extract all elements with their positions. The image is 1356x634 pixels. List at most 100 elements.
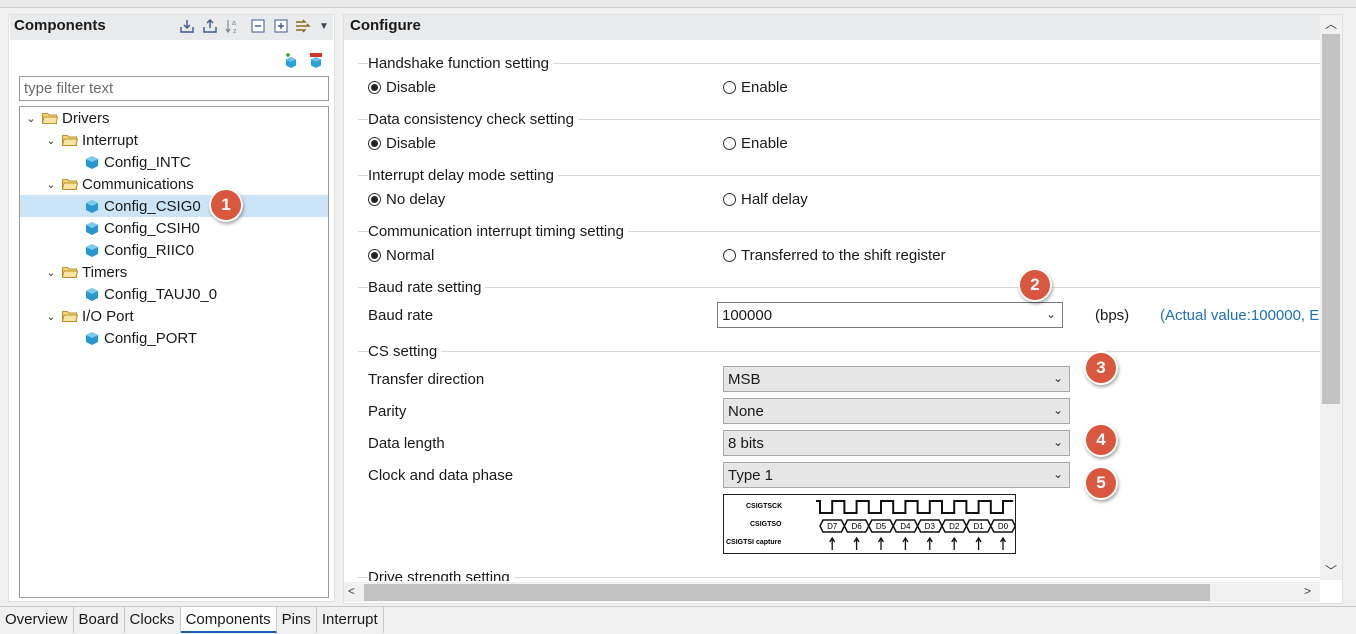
radio-label: Transferred to the shift register — [741, 247, 946, 264]
baud-group-title: Baud rate setting — [368, 279, 486, 296]
si-capture-arrow — [853, 536, 860, 550]
expand-all-icon[interactable] — [273, 18, 289, 34]
collapse-all-icon[interactable] — [250, 18, 266, 34]
parity-select[interactable]: None ⌄ — [723, 398, 1070, 424]
tree-node-config-intc[interactable]: Config_INTC — [84, 151, 191, 173]
step-badge-5: 5 — [1084, 466, 1118, 500]
tree-label: Config_PORT — [104, 329, 198, 347]
baud-rate-combo[interactable]: 100000 ⌄ — [717, 302, 1063, 328]
si-capture-arrow — [902, 536, 909, 550]
chevron-down-icon[interactable]: ⌄ — [1053, 435, 1063, 449]
tree-label: I/O Port — [82, 307, 134, 325]
timing-diagram: CSIGTSCK CSIGTSO CSIGTSI capture D7 D6 D5 D… — [723, 494, 1017, 554]
filter-input[interactable] — [19, 76, 329, 101]
export-icon[interactable] — [202, 18, 218, 34]
tab-components[interactable]: Components — [180, 607, 277, 633]
chevron-down-icon[interactable]: ⌄ — [44, 134, 58, 147]
tree-label: Config_INTC — [104, 153, 191, 171]
folder-icon — [62, 266, 78, 278]
tree-node-io-port[interactable]: ⌄ I/O Port — [44, 305, 134, 327]
sort-alpha-icon[interactable]: az — [225, 18, 241, 34]
drive-group-title: Drive strength setting — [368, 569, 514, 581]
clock-phase-select[interactable]: Type 1 ⌄ — [723, 462, 1070, 488]
configure-panel-header — [344, 15, 1320, 40]
add-component-icon[interactable] — [283, 52, 299, 68]
scroll-left-icon[interactable]: < — [348, 584, 355, 598]
so-bit-label: D3 — [925, 522, 936, 531]
tree-node-config-port[interactable]: Config_PORT — [84, 327, 197, 349]
so-bit-label: D1 — [973, 522, 984, 531]
import-icon[interactable] — [179, 18, 195, 34]
si-capture-arrow — [999, 536, 1007, 550]
vertical-scroll-thumb[interactable] — [1322, 34, 1340, 404]
consistency-enable-radio[interactable]: Enable — [723, 135, 788, 152]
tab-pins[interactable]: Pins — [277, 607, 317, 633]
baud-unit: (bps) — [1095, 307, 1130, 324]
handshake-disable-radio[interactable]: Disable — [368, 79, 436, 96]
remove-component-icon[interactable] — [308, 52, 324, 68]
tab-overview[interactable]: Overview — [0, 607, 74, 633]
chevron-down-icon[interactable]: ⌄ — [44, 310, 58, 323]
select-value: Type 1 — [728, 466, 774, 484]
tree-node-interrupt[interactable]: ⌄ Interrupt — [44, 129, 137, 151]
view-menu-icon[interactable]: ▼ — [316, 18, 332, 34]
components-panel-title: Components — [14, 17, 106, 34]
component-cube-icon — [84, 220, 100, 236]
sck-label: CSIGTSCK — [746, 503, 782, 510]
folder-icon — [62, 134, 78, 146]
scroll-right-icon[interactable]: > — [1304, 584, 1311, 598]
handshake-group-title: Handshake function setting — [368, 55, 553, 72]
tree-node-communications[interactable]: ⌄ Communications — [44, 173, 193, 195]
link-editor-icon[interactable] — [295, 18, 311, 34]
tree-node-config-csig0[interactable]: Config_CSIG0 — [20, 195, 328, 217]
step-badge-1: 1 — [209, 188, 243, 222]
transfer-direction-label: Transfer direction — [368, 371, 485, 388]
si-label: CSIGTSI capture — [726, 539, 781, 546]
radio-selected-icon — [368, 193, 381, 206]
chevron-down-icon[interactable]: ⌄ — [44, 266, 58, 279]
handshake-enable-radio[interactable]: Enable — [723, 79, 788, 96]
tree-node-config-riic0[interactable]: Config_RIIC0 — [84, 239, 194, 261]
radio-label: Half delay — [741, 191, 808, 208]
radio-selected-icon — [368, 137, 381, 150]
clock-phase-label: Clock and data phase — [368, 467, 514, 484]
baud-rate-value: 100000 — [722, 306, 773, 324]
tab-clocks[interactable]: Clocks — [125, 607, 181, 633]
tree-node-drivers[interactable]: ⌄ Drivers — [24, 107, 109, 129]
data-length-label: Data length — [368, 435, 445, 452]
data-length-select[interactable]: 8 bits ⌄ — [723, 430, 1070, 456]
scroll-up-icon[interactable]: ︿ — [1325, 15, 1337, 32]
timing-shift-register-radio[interactable]: Transferred to the shift register — [723, 247, 946, 264]
radio-unselected-icon — [723, 81, 736, 94]
tab-board[interactable]: Board — [74, 607, 125, 633]
half-delay-radio[interactable]: Half delay — [723, 191, 808, 208]
horizontal-scroll-thumb[interactable] — [364, 584, 1210, 601]
cs-group-title: CS setting — [368, 343, 442, 360]
chevron-down-icon[interactable]: ⌄ — [1053, 371, 1063, 385]
tree-node-config-tauj0-0[interactable]: Config_TAUJ0_0 — [84, 283, 217, 305]
radio-label: Disable — [386, 135, 437, 152]
no-delay-radio[interactable]: No delay — [368, 191, 445, 208]
consistency-disable-radio[interactable]: Disable — [368, 135, 436, 152]
chevron-down-icon[interactable]: ⌄ — [1053, 467, 1063, 481]
timing-normal-radio[interactable]: Normal — [368, 247, 434, 264]
so-bit-label: D7 — [827, 522, 838, 531]
tree-node-config-csih0[interactable]: Config_CSIH0 — [84, 217, 200, 239]
delay-group-title: Interrupt delay mode setting — [368, 167, 558, 184]
scroll-down-icon[interactable]: ﹀ — [1325, 562, 1337, 579]
chevron-down-icon[interactable]: ⌄ — [24, 112, 38, 125]
tree-label: Config_CSIH0 — [104, 219, 200, 237]
tree-node-timers[interactable]: ⌄ Timers — [44, 261, 127, 283]
chevron-down-icon[interactable]: ⌄ — [44, 178, 58, 191]
si-capture-arrow — [829, 536, 836, 550]
svg-text:z: z — [233, 28, 237, 34]
so-bit-label: D6 — [851, 522, 862, 531]
select-value: 8 bits — [728, 434, 764, 452]
folder-icon — [42, 112, 58, 124]
chevron-down-icon[interactable]: ⌄ — [1046, 307, 1056, 321]
transfer-direction-select[interactable]: MSB ⌄ — [723, 366, 1070, 392]
tab-interrupt[interactable]: Interrupt — [317, 607, 384, 633]
chevron-down-icon[interactable]: ⌄ — [1053, 403, 1063, 417]
si-capture-arrow — [975, 536, 982, 550]
so-bit-label: D5 — [876, 522, 887, 531]
